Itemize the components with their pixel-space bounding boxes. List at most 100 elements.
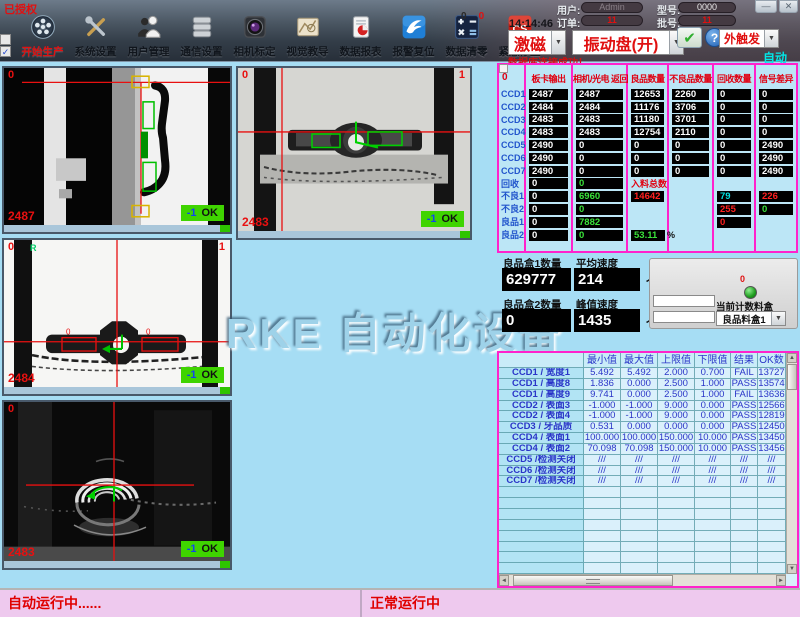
toolbar-button-tools[interactable]: 系统设置 [69, 14, 122, 59]
toolbar-button-alarm[interactable]: 报警复位 [387, 14, 440, 59]
signal-cell: 0 [714, 101, 754, 114]
toolbar-button-reel[interactable]: 开始生产 [16, 14, 69, 59]
current-tray-dropdown[interactable]: 良品料盒1 ▼ [716, 311, 786, 326]
result-cell: 13574 [758, 379, 786, 390]
horizontal-scrollbar[interactable]: ◄ ► [499, 574, 786, 586]
result-cell: /// [758, 476, 786, 487]
result-cell [584, 542, 621, 553]
result-cell [621, 498, 658, 509]
result-column-header: 结果 [731, 353, 758, 368]
camera-icon [242, 14, 268, 40]
toolbar-button-report[interactable]: 数据报表 [334, 14, 387, 59]
toolbar-button-server[interactable]: 通信设置 [175, 14, 228, 59]
camera-scroll-strip[interactable] [4, 225, 230, 232]
camera-view-ccd3[interactable]: 0 0 0 1 R 2484 -1OK [2, 238, 232, 396]
chevron-down-icon[interactable]: ▼ [551, 31, 565, 54]
signal-cell: 0 [714, 216, 754, 229]
result-cell: 150.000 [658, 444, 695, 455]
result-cell: 13456 [758, 444, 786, 455]
signal-cell [756, 216, 796, 229]
toolbar-button-label: 用户管理 [128, 44, 170, 59]
camera-view-ccd1[interactable]: 0 2487 -1OK [2, 66, 232, 234]
result-cell [731, 498, 758, 509]
signal-cell: 0 [714, 88, 754, 101]
tray-input-2[interactable] [653, 311, 715, 323]
camera-scroll-strip[interactable] [238, 231, 470, 238]
result-cell: /// [695, 466, 731, 477]
result-cell [758, 498, 786, 509]
result-cell: -1.000 [584, 401, 621, 412]
vertical-scroll-thumb[interactable] [787, 364, 797, 390]
camera-signal-value: 2484 [8, 371, 35, 385]
signal-cell [714, 178, 754, 191]
camera-marker-label: R [30, 243, 37, 253]
model-field[interactable]: 0000 [678, 2, 736, 13]
toolbar-button-label: 系统设置 [75, 44, 117, 59]
table-row: CCD1 / 高度81.8360.0002.5001.000PASS13574 [499, 379, 786, 390]
signal-cell: 0 [573, 165, 626, 178]
signal-cell: 0 [573, 203, 626, 216]
close-button[interactable]: ✕ [779, 0, 798, 13]
scroll-up-icon[interactable]: ▲ [787, 353, 797, 363]
order-field[interactable]: 11 [581, 15, 643, 26]
signal-cell [669, 190, 712, 203]
camera-view-ccd2[interactable]: 0 1 2483 -1OK [236, 66, 472, 240]
chevron-down-icon[interactable]: ▼ [771, 312, 785, 325]
signal-row-label: CCD3 [499, 114, 524, 127]
result-cell [499, 531, 584, 542]
chevron-down-icon[interactable]: ▼ [764, 30, 778, 47]
result-cell [658, 520, 695, 531]
users-icon [136, 14, 162, 40]
result-cell: 12819 [758, 411, 786, 422]
horizontal-scroll-thumb[interactable] [513, 575, 673, 586]
vertical-scrollbar[interactable]: ▲ ▼ [786, 353, 797, 574]
result-cell: /// [758, 466, 786, 477]
result-cell: /// [621, 455, 658, 466]
signal-cell: 0 [573, 152, 626, 165]
result-cell: 1.000 [695, 379, 731, 390]
camera-view-ccd4[interactable]: 0 2483 -1OK [2, 400, 232, 570]
edge-checkbox[interactable]: ✓ [0, 46, 11, 57]
toolbar: 已授权 ✓ 开始生产系统设置用户管理通信设置相机标定视觉教导数据报表报警复位数据… [0, 0, 800, 62]
signal-table-label-column: 0CCD1CCD2CCD3CCD4CCD5CCD6CCD7回收不良1不良2良品1… [499, 65, 526, 251]
signal-column-header: 板卡输出 [526, 65, 571, 88]
signal-column-header: 信号差异 [756, 65, 796, 88]
scroll-left-icon[interactable]: ◄ [499, 575, 509, 586]
signal-table-checkbox[interactable] [499, 64, 508, 73]
result-table-grid: 最小值最大值上限值下限值结果OK数CCD1 / 宽度15.4925.4922.0… [499, 353, 786, 574]
scroll-down-icon[interactable]: ▼ [787, 564, 797, 574]
signal-cell [756, 229, 796, 242]
signal-cell: 0 [714, 114, 754, 127]
result-cell: /// [731, 476, 758, 487]
result-cell: /// [658, 455, 695, 466]
result-cell [658, 563, 695, 574]
result-cell [758, 509, 786, 520]
result-cell [695, 520, 731, 531]
signal-cell: 2483 [526, 114, 571, 127]
table-row [499, 509, 786, 520]
camera-scroll-strip[interactable] [4, 387, 230, 394]
user-field[interactable]: Admin [581, 2, 643, 13]
toolbar-button-label: 相机标定 [234, 44, 276, 59]
tray-input-1[interactable] [653, 295, 715, 307]
toolbar-button-map[interactable]: 视觉教导 [281, 14, 334, 59]
batch-field[interactable]: 11 [678, 15, 736, 26]
table-row: CCD2 / 表面4-1.000-1.0009.0000.000PASS1281… [499, 411, 786, 422]
toolbar-button-users[interactable]: 用户管理 [122, 14, 175, 59]
result-cell: /// [731, 466, 758, 477]
magnetize-dropdown[interactable]: 激磁 ▼ [508, 30, 566, 55]
result-cell: 100.000 [621, 433, 658, 444]
scroll-right-icon[interactable]: ► [776, 575, 786, 586]
external-trigger-dropdown[interactable]: 外触发 ▼ [719, 29, 779, 48]
confirm-button[interactable]: ✔ [677, 27, 702, 48]
tools-icon [83, 14, 109, 40]
edge-expander[interactable] [0, 34, 11, 45]
signal-cell: 2490 [756, 165, 796, 178]
result-cell: CCD4 / 表面1 [499, 433, 584, 444]
vibration-plate-dropdown[interactable]: 振动盘(开) ▼ [572, 30, 684, 55]
camera-scroll-strip[interactable] [4, 561, 230, 568]
minimize-button[interactable]: — [755, 0, 777, 13]
signal-cell: 0 [573, 178, 626, 191]
toolbar-button-camera[interactable]: 相机标定 [228, 14, 281, 59]
result-cell [758, 520, 786, 531]
